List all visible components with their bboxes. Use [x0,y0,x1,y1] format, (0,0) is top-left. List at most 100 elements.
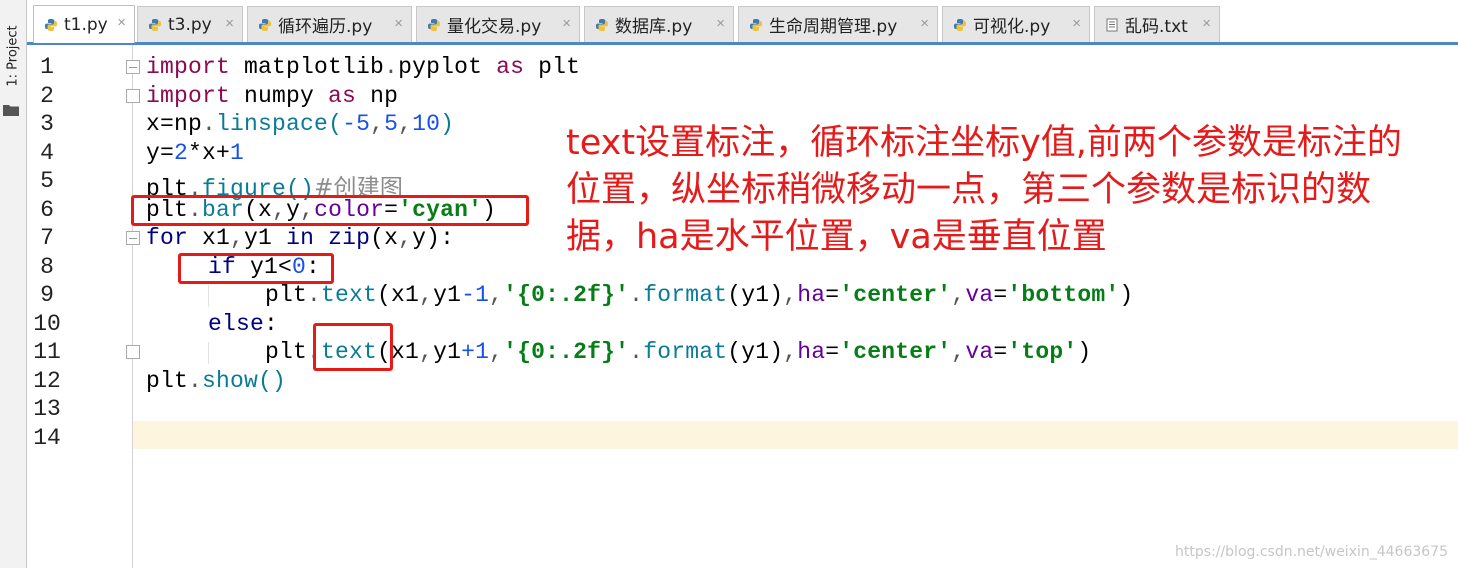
token: , [783,282,798,308]
token: ): [426,225,455,251]
line-number: 1 [40,54,54,80]
line-number: 13 [33,396,61,422]
token: , [419,339,434,365]
token: np [356,83,399,109]
line-number: 6 [40,197,54,223]
number: 10 [412,111,441,137]
code-line-12: plt.show() [146,368,286,394]
text-file-icon [1106,18,1118,31]
tab-t3-py[interactable]: t3.py × [137,6,243,42]
string-literal: 'center' [839,282,952,308]
close-icon[interactable]: × [117,14,126,31]
code-line-3: x=np.linspace(-5,5,10) [146,111,454,137]
fold-end-icon[interactable] [126,89,140,103]
code-line-4: y=2*x+1 [146,140,244,166]
python-file-icon [750,18,762,31]
token: (y1) [727,339,784,365]
highlight-box-text-call [313,323,393,371]
tab-label: 数据库.py [615,17,693,37]
token: plt [265,339,308,365]
keyword-else: else [208,311,265,337]
token: = [825,282,840,308]
token: . [188,368,203,394]
token: = [825,339,840,365]
line-number: 12 [33,368,61,394]
token: (y1) [727,282,784,308]
line-number: 10 [33,311,61,337]
gutter-separator [132,45,133,568]
keyword-as: as [496,54,525,80]
keyword-argument: ha [797,282,826,308]
token: = [993,339,1008,365]
function-name: zip [314,225,371,251]
folder-icon [3,105,19,116]
token: x=np [146,111,203,137]
function-name: text [321,282,378,308]
token: . [384,54,399,80]
token: ) [1119,282,1134,308]
tab-lifecycle-py[interactable]: 生命周期管理.py × [738,6,938,42]
close-icon[interactable]: × [225,15,234,32]
line-number: 3 [40,111,54,137]
token: plt [265,282,308,308]
annotation-note: text设置标注，循环标注坐标y值,前两个参数是标注的 位置，纵坐标稍微移动一点… [566,120,1426,261]
highlight-box-bar-call [131,195,529,226]
token: ) [1077,339,1092,365]
close-icon[interactable]: × [562,15,571,32]
tab-loop-py[interactable]: 循环遍历.py × [247,6,412,42]
token: - [461,282,476,308]
project-tool-button[interactable]: 1: Project [0,6,26,118]
watermark: https://blog.csdn.net/weixin_44663675 [1174,544,1448,560]
fold-end-icon[interactable] [126,345,140,359]
token: , [398,111,413,137]
close-icon[interactable]: × [1202,15,1211,32]
token: = [993,282,1008,308]
keyword-import: import [146,54,231,80]
python-file-icon [259,18,271,31]
fold-toggle-icon[interactable] [126,60,140,74]
python-file-icon [428,18,440,31]
tab-visualization-py[interactable]: 可视化.py × [942,6,1090,42]
tab-label: 乱码.txt [1125,17,1188,37]
token: ( [328,111,343,137]
keyword-argument: ha [797,339,826,365]
annotation-line: text设置标注，循环标注坐标y值,前两个参数是标注的 [566,123,1402,163]
line-number: 5 [40,168,54,194]
token: y1 [433,282,462,308]
indent-guide [208,285,209,307]
token: *x+ [188,140,231,166]
python-file-icon [149,18,161,31]
tab-garbled-txt[interactable]: 乱码.txt × [1094,6,1220,42]
token: , [489,282,504,308]
tab-label: 生命周期管理.py [769,17,898,37]
keyword-argument: va [965,282,994,308]
token: . [307,282,322,308]
tab-label: t1.py [64,14,108,35]
project-tool-label: 1: Project [5,25,21,87]
token: (x [370,225,399,251]
token: . [629,282,644,308]
keyword-argument: va [965,339,994,365]
function-name: linspace [216,111,329,137]
close-icon[interactable]: × [394,15,403,32]
close-icon[interactable]: × [1072,15,1081,32]
close-icon[interactable]: × [716,15,725,32]
tab-quant-py[interactable]: 量化交易.py × [416,6,580,42]
close-icon[interactable]: × [920,15,929,32]
keyword-import: import [146,83,231,109]
string-literal: '{0:.2f}' [503,282,630,308]
tab-label: 循环遍历.py [278,17,373,37]
token: , [951,282,966,308]
token: y1 [244,225,287,251]
code-line-7: for x1,y1 in zip(x,y): [146,225,454,251]
keyword-in: in [286,225,315,251]
keyword-for: for [146,225,189,251]
code-line-10: else: [208,311,278,337]
tab-database-py[interactable]: 数据库.py × [584,6,734,42]
tab-label: t3.py [168,14,212,35]
tab-t1-py[interactable]: t1.py × [33,5,135,43]
token: matplotlib [230,54,385,80]
token: + [461,339,476,365]
fold-toggle-icon[interactable] [126,231,140,245]
keyword-as: as [328,83,357,109]
